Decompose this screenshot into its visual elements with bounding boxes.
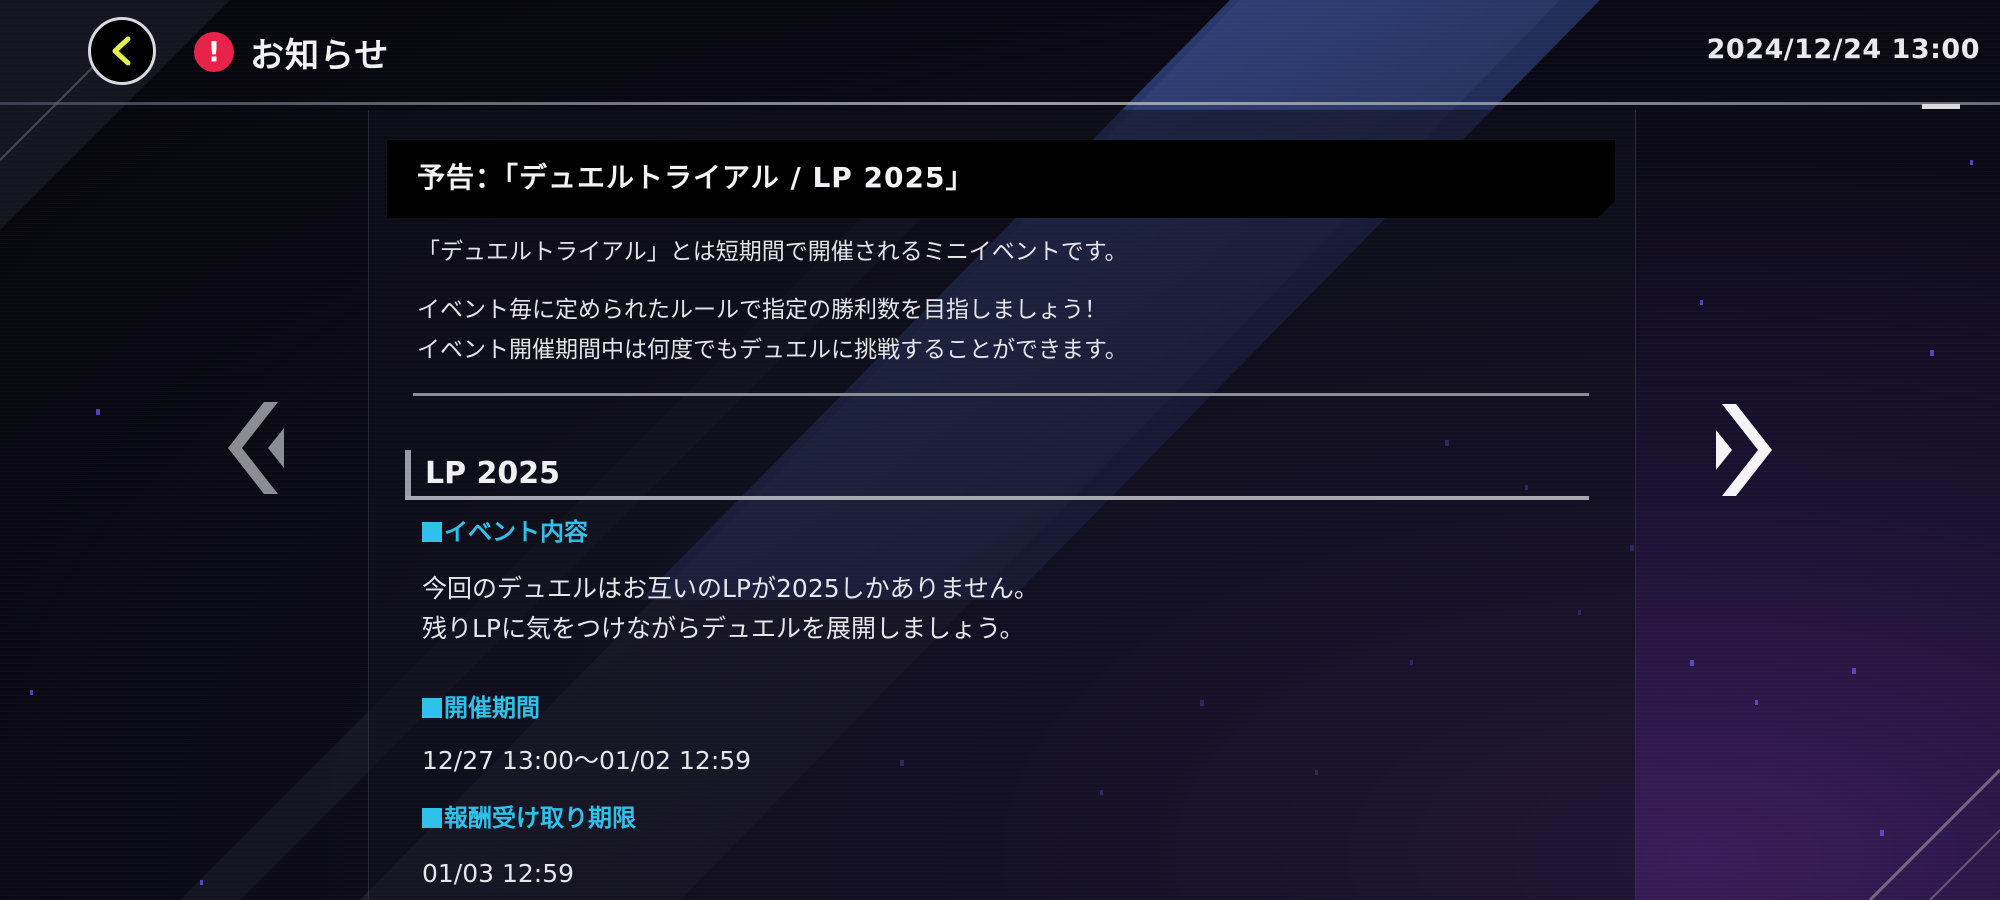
notice-description-line1: イベント毎に定められたルールで指定の勝利数を目指しましょう！: [417, 297, 1107, 323]
event-content-line2: 残りLPに気をつけながらデュエルを展開しましょう。: [422, 614, 1025, 643]
square-bullet-icon: [422, 522, 442, 542]
back-chevron-icon: [112, 36, 131, 66]
event-content-line1: 今回のデュエルはお互いのLPが2025しかありません。: [422, 574, 1039, 603]
notice-intro: 「デュエルトライアル」とは短期間で開催されるミニイベントです。: [417, 239, 1128, 265]
period-label-text: 開催期間: [444, 694, 540, 722]
previous-notice-button[interactable]: [222, 398, 288, 498]
next-notice-button[interactable]: [1712, 400, 1778, 500]
exclamation-icon: !: [194, 32, 234, 72]
reward-deadline-label-text: 報酬受け取り期限: [444, 804, 636, 832]
top-header: ! お知らせ 2024/12/24 13:00: [0, 0, 2000, 109]
period-label: 開催期間: [422, 688, 540, 723]
notice-description-line2: イベント開催期間中は何度でもデュエルに挑戦することができます。: [417, 337, 1128, 363]
section-header-underline: [405, 496, 1589, 500]
header-divider: [0, 102, 2000, 105]
back-button[interactable]: [88, 17, 156, 85]
section-header: LP 2025: [405, 450, 1589, 500]
reward-deadline-label: 報酬受け取り期限: [422, 798, 636, 833]
event-content-label: イベント内容: [422, 512, 588, 547]
notice-content-panel[interactable]: 予告：「デュエルトライアル / LP 2025」 「デュエルトライアル」とは短期…: [368, 110, 1636, 900]
notice-screen: ! お知らせ 2024/12/24 13:00 予告：「デュエルトライアル / …: [0, 0, 2000, 900]
period-value: 12/27 13:00～01/02 12:59: [422, 746, 752, 775]
reward-deadline-value: 01/03 12:59: [422, 859, 575, 888]
square-bullet-icon: [422, 808, 442, 828]
double-chevron-right-icon: [1716, 404, 1772, 496]
current-datetime: 2024/12/24 13:00: [1706, 34, 1980, 65]
event-content-label-text: イベント内容: [444, 518, 588, 546]
section-header-bar: [405, 450, 411, 500]
header-divider-mark: [1922, 104, 1960, 109]
notice-mark: !: [207, 35, 221, 68]
square-bullet-icon: [422, 698, 442, 718]
page-title: お知らせ: [250, 36, 390, 76]
section-title: LP 2025: [425, 456, 561, 491]
double-chevron-left-icon: [228, 402, 284, 494]
notice-title: 予告：「デュエルトライアル / LP 2025」: [417, 161, 975, 194]
content-divider: [413, 393, 1589, 396]
